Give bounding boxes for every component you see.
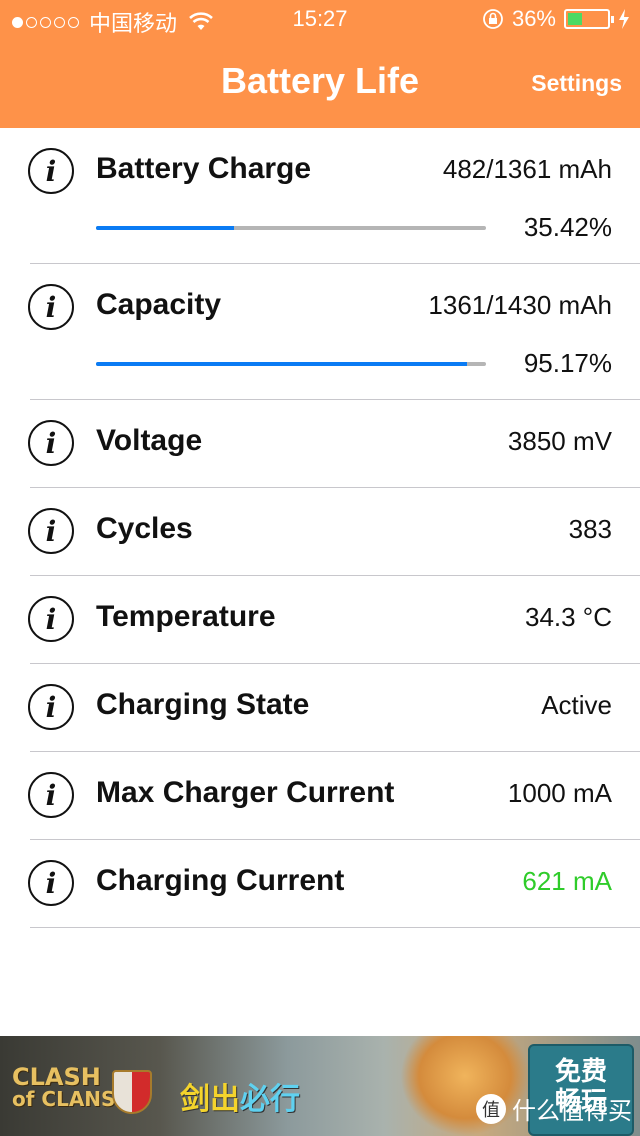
row-voltage: i Voltage 3850 mV <box>0 400 640 488</box>
info-icon[interactable]: i <box>28 148 74 194</box>
row-value: 482/1361 mAh <box>442 154 612 184</box>
watermark-icon: 值 <box>476 1093 506 1124</box>
row-label: Temperature <box>96 600 276 633</box>
watermark: 值 什么值得买 <box>476 1091 632 1126</box>
row-value: 1361/1430 mAh <box>428 290 612 320</box>
info-icon[interactable]: i <box>28 772 74 818</box>
row-capacity: i Capacity 1361/1430 mAh 95.17% <box>0 264 640 400</box>
row-label: Charging Current <box>96 864 345 897</box>
progress-fill <box>96 226 235 230</box>
row-charging-current: i Charging Current 621 mA <box>0 840 640 928</box>
row-label: Battery Charge <box>96 152 312 185</box>
info-icon[interactable]: i <box>28 508 74 554</box>
settings-button[interactable]: Settings <box>531 70 622 97</box>
row-value: 34.3 °C <box>524 602 612 632</box>
row-value: 1000 mA <box>507 778 612 808</box>
capacity-progress <box>96 362 486 366</box>
row-temperature: i Temperature 34.3 °C <box>0 576 640 664</box>
row-label: Capacity <box>96 288 222 321</box>
row-charging-state: i Charging State Active <box>0 664 640 752</box>
info-icon[interactable]: i <box>28 284 74 330</box>
battery-percent: 36% <box>511 6 556 31</box>
battery-info-list: i Battery Charge 482/1361 mAh 35.42% i C… <box>0 128 640 928</box>
rotation-lock-icon <box>483 9 503 29</box>
row-label: Charging State <box>96 688 310 721</box>
watermark-text: 什么值得买 <box>512 1098 632 1125</box>
row-percent: 35.42% <box>523 212 612 242</box>
status-bar: 中国移动 15:27 36% <box>0 0 640 40</box>
row-label: Voltage <box>96 424 203 457</box>
row-value: 383 <box>568 514 612 544</box>
info-icon[interactable]: i <box>28 420 74 466</box>
charging-bolt-icon <box>619 9 629 29</box>
row-value: Active <box>541 690 612 720</box>
battery-charge-progress <box>96 226 486 230</box>
battery-icon <box>564 9 614 29</box>
info-icon[interactable]: i <box>28 684 74 730</box>
progress-fill <box>96 362 468 366</box>
row-label: Max Charger Current <box>96 776 395 809</box>
ad-slogan: 剑出必行 <box>180 1083 300 1116</box>
row-value: 621 mA <box>522 866 612 896</box>
ad-banner[interactable]: CLASH of CLANS 剑出必行 免费 畅玩 值 什么值得买 <box>0 1036 640 1136</box>
info-icon[interactable]: i <box>28 860 74 906</box>
row-value: 3850 mV <box>507 426 612 456</box>
info-icon[interactable]: i <box>28 596 74 642</box>
ad-game-logo: CLASH of CLANS <box>12 1063 116 1111</box>
row-battery-charge: i Battery Charge 482/1361 mAh 35.42% <box>0 128 640 264</box>
row-percent: 95.17% <box>523 348 612 378</box>
row-max-charger-current: i Max Charger Current 1000 mA <box>0 752 640 840</box>
shield-icon <box>112 1070 152 1114</box>
nav-header: 中国移动 15:27 36% Battery Life Settings <box>0 0 640 128</box>
row-cycles: i Cycles 383 <box>0 488 640 576</box>
row-label: Cycles <box>96 512 193 545</box>
